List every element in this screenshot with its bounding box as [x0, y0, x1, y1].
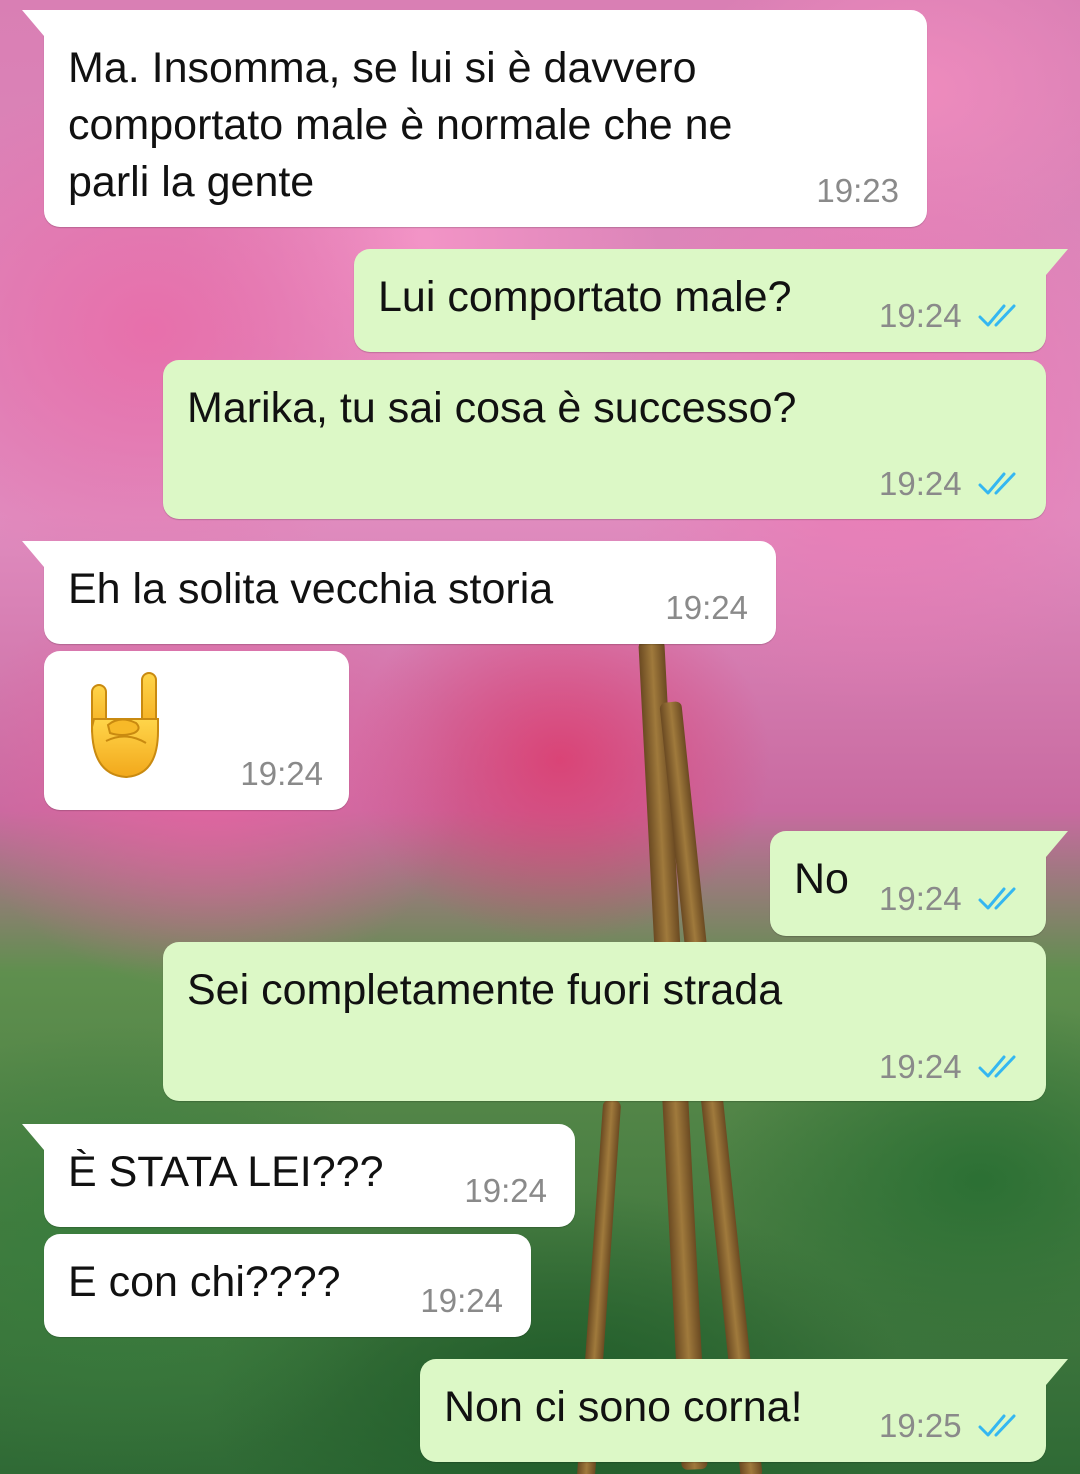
message-text: È STATA LEI??? [68, 1148, 384, 1196]
message-timestamp: 19:24 [879, 297, 962, 334]
message-text: Non ci sono corna! [444, 1383, 803, 1431]
message-text: E con chi???? [68, 1258, 341, 1306]
message-timestamp: 19:24 [420, 1282, 503, 1319]
incoming-message[interactable]: È STATA LEI??? 19:24 [22, 1124, 575, 1227]
read-receipt-icon [978, 472, 1016, 495]
outgoing-message[interactable]: Lui comportato male? 19:24 [354, 249, 1068, 352]
outgoing-message[interactable]: Non ci sono corna! 19:25 [420, 1359, 1068, 1462]
message-text: No [794, 855, 849, 903]
message-text: Sei completamente fuori strada [187, 966, 783, 1014]
message-timestamp: 19:24 [879, 880, 962, 917]
incoming-message[interactable]: Eh la solita vecchia storia 19:24 [22, 541, 776, 644]
read-receipt-icon [978, 304, 1016, 327]
message-timestamp: 19:24 [665, 589, 748, 626]
outgoing-message[interactable]: No 19:24 [770, 831, 1068, 936]
outgoing-message[interactable]: Marika, tu sai cosa è successo? 19:24 [163, 360, 1046, 519]
message-text: Lui comportato male? [378, 273, 792, 321]
outgoing-message[interactable]: Sei completamente fuori strada 19:24 [163, 942, 1046, 1101]
incoming-message[interactable]: 19:24 [44, 651, 349, 810]
message-timestamp: 19:24 [464, 1172, 547, 1209]
sign-of-the-horns-emoji-icon [90, 672, 159, 779]
message-timestamp: 19:24 [879, 1048, 962, 1085]
message-text: Marika, tu sai cosa è successo? [187, 384, 797, 432]
incoming-message[interactable]: E con chi???? 19:24 [44, 1234, 531, 1337]
read-receipt-icon [978, 1414, 1016, 1437]
message-text: Eh la solita vecchia storia [68, 565, 554, 613]
message-text: comportato male è normale che ne [68, 101, 733, 149]
message-text: parli la gente [68, 158, 315, 206]
message-timestamp: 19:25 [879, 1407, 962, 1444]
incoming-message[interactable]: Ma. Insomma, se lui si è davvero comport… [22, 10, 927, 227]
message-timestamp: 19:23 [816, 172, 899, 209]
message-timestamp: 19:24 [240, 755, 323, 792]
message-list[interactable]: Ma. Insomma, se lui si è davvero comport… [0, 0, 1080, 1474]
read-receipt-icon [978, 1055, 1016, 1078]
read-receipt-icon [978, 887, 1016, 910]
message-timestamp: 19:24 [879, 465, 962, 502]
message-text: Ma. Insomma, se lui si è davvero [68, 44, 697, 92]
